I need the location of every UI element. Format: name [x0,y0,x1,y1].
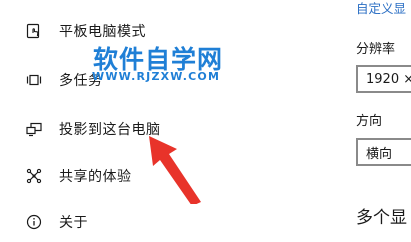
nav-label-tablet-mode: 平板电脑模式 [59,24,146,40]
resolution-dropdown[interactable]: 1920 × [356,65,411,93]
display-settings-panel: 自定义显 分辨率 1920 × 方向 横向 多个显 [330,0,411,242]
settings-nav: 平板电脑模式 多任务 投影到这台电脑 共享的体验 关于 [0,0,330,242]
watermark-url: WWW.RJZXW.COM [92,70,221,83]
orientation-label: 方向 [356,114,383,129]
red-arrow-annotation [149,136,201,204]
resolution-value: 1920 × [366,71,411,87]
project-to-pc-icon [26,121,42,137]
nav-label-shared-experiences: 共享的体验 [59,169,132,185]
shared-experiences-icon [26,168,42,184]
multiple-displays-heading: 多个显 [356,208,407,228]
nav-item-about[interactable]: 关于 [26,210,88,234]
info-icon [26,214,42,230]
nav-item-project-to-pc[interactable]: 投影到这台电脑 [26,117,161,141]
multitasking-icon [26,72,42,88]
custom-scaling-link[interactable]: 自定义显 [356,0,406,17]
nav-item-shared-experiences[interactable]: 共享的体验 [26,164,132,188]
resolution-label: 分辨率 [356,42,396,57]
tablet-mode-icon [26,23,42,39]
nav-label-about: 关于 [59,215,88,231]
orientation-value: 横向 [366,146,393,162]
orientation-dropdown[interactable]: 横向 [356,138,411,166]
